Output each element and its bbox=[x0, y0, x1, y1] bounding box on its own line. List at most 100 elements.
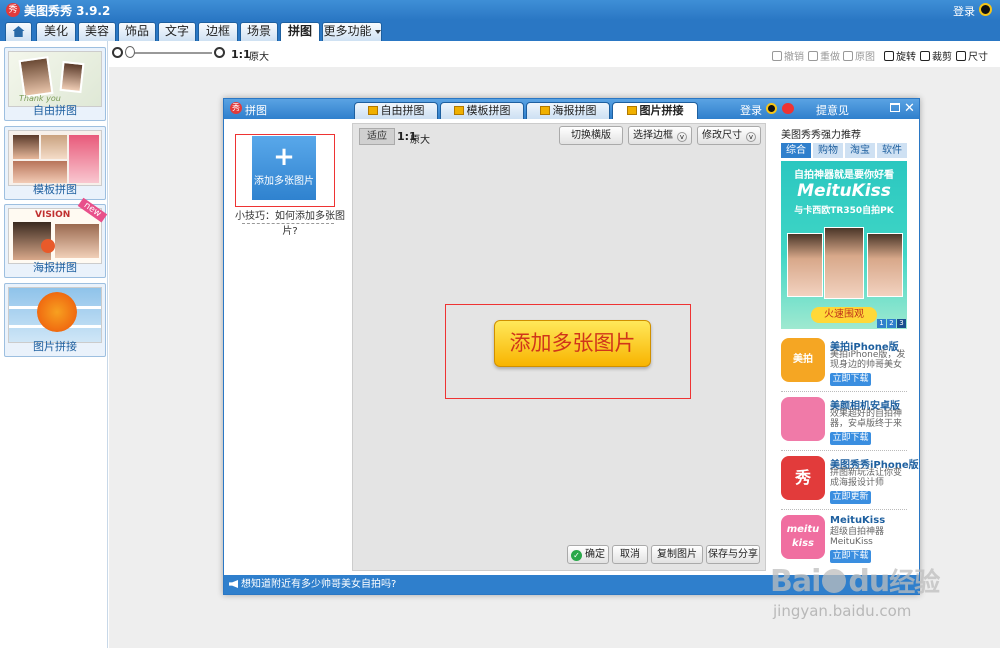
zoom-in-icon[interactable] bbox=[214, 47, 225, 58]
switch-layout-label: 切换横版 bbox=[571, 130, 611, 141]
cancel-button[interactable]: 取消 bbox=[612, 545, 648, 564]
zoom-slider-handle[interactable] bbox=[125, 46, 135, 58]
rotate-button[interactable]: 旋转 bbox=[884, 48, 916, 63]
tab-beautify[interactable]: 美化 bbox=[36, 22, 76, 41]
dialog-tab-template-label: 模板拼图 bbox=[466, 104, 511, 117]
tab-beauty[interactable]: 美容 bbox=[78, 22, 116, 41]
app-name[interactable]: MeituKiss bbox=[830, 515, 885, 526]
recommend-tab-software[interactable]: 软件 bbox=[877, 143, 907, 158]
image-stitch-label: 图片拼接 bbox=[33, 340, 77, 353]
dialog-tab-free[interactable]: 自由拼图 bbox=[354, 102, 438, 119]
ad-watch-button[interactable]: 火速围观 bbox=[811, 307, 877, 323]
template-collage-item[interactable]: 模板拼图 bbox=[4, 126, 106, 200]
tab-home[interactable] bbox=[5, 22, 32, 41]
dialog-qq-icon[interactable] bbox=[766, 103, 777, 114]
check-icon: ✓ bbox=[571, 550, 582, 561]
meipai-app-icon[interactable]: 美拍 bbox=[781, 338, 825, 382]
original-icon bbox=[843, 51, 853, 61]
login-link[interactable]: 登录 bbox=[953, 3, 975, 19]
meitukiss-app-icon[interactable]: meitu kiss bbox=[781, 515, 825, 559]
free-collage-thumb: Thank you bbox=[8, 51, 102, 107]
tab-border[interactable]: 边框 bbox=[198, 22, 238, 41]
tab-accessories[interactable]: 饰品 bbox=[118, 22, 156, 41]
tab-more[interactable]: 更多功能 bbox=[322, 22, 382, 41]
poster-collage-item[interactable]: VISION new 海报拼图 bbox=[4, 197, 108, 278]
select-border-button[interactable]: 选择边框 v bbox=[628, 126, 692, 145]
chevron-down-icon: v bbox=[677, 132, 687, 142]
ad-page-3[interactable]: 3 bbox=[897, 319, 906, 328]
app-title: 美图秀秀 3.9.2 bbox=[24, 4, 111, 18]
template-collage-icon bbox=[453, 106, 464, 115]
recommend-tab-taobao[interactable]: 淘宝 bbox=[845, 143, 875, 158]
app-promo-meipai: 美拍 美拍iPhone版 美拍iPhone版，发现身边的帅哥美女 立即下载 bbox=[781, 338, 907, 390]
save-share-button[interactable]: 保存与分享 bbox=[706, 545, 760, 564]
ad-page-2[interactable]: 2 bbox=[887, 319, 896, 328]
canvas-actual-size-button[interactable]: 原大 bbox=[410, 131, 430, 146]
change-size-button[interactable]: 修改尺寸 v bbox=[697, 126, 761, 145]
crop-icon bbox=[920, 51, 930, 61]
baidu-watermark: Bai du经验 jingyan.baidu.com bbox=[770, 562, 970, 632]
speaker-icon bbox=[229, 580, 238, 588]
tip-divider bbox=[242, 223, 334, 224]
tab-scene[interactable]: 场景 bbox=[240, 22, 278, 41]
image-stitch-item[interactable]: 图片拼接 bbox=[4, 283, 106, 357]
tab-text[interactable]: 文字 bbox=[158, 22, 196, 41]
undo-button[interactable]: 撤销 bbox=[772, 48, 804, 63]
ad-page-1[interactable]: 1 bbox=[877, 319, 886, 328]
status-message[interactable]: 想知道附近有多少帅哥美女自拍吗? bbox=[241, 579, 396, 590]
rotate-label: 旋转 bbox=[896, 52, 916, 63]
actual-size-button[interactable]: 原大 bbox=[249, 48, 269, 63]
maximize-icon[interactable] bbox=[890, 103, 900, 112]
app-description: 美拍iPhone版，发现身边的帅哥美女 bbox=[830, 350, 906, 370]
image-stitch-icon bbox=[626, 106, 637, 115]
redo-icon bbox=[808, 51, 818, 61]
feedback-link[interactable]: 提意见 bbox=[816, 102, 849, 118]
dialog-login-link[interactable]: 登录 bbox=[740, 102, 762, 118]
ad-banner[interactable]: 自拍神器就是要你好看 MeituKiss 与卡西欧TR350自拍PK 火速围观 … bbox=[781, 161, 907, 329]
free-collage-label: 自由拼图 bbox=[33, 104, 77, 117]
title-bar: 秀 美图秀秀 3.9.2 登录 bbox=[0, 0, 1000, 20]
confirm-button[interactable]: ✓ 确定 bbox=[567, 545, 609, 564]
fit-button[interactable]: 适应 bbox=[359, 128, 395, 145]
download-button[interactable]: 立即下载 bbox=[830, 432, 871, 445]
watermark-logo: Bai du经验 bbox=[770, 564, 940, 599]
original-button[interactable]: 原图 bbox=[843, 48, 875, 63]
dialog-tab-free-label: 自由拼图 bbox=[380, 104, 425, 117]
redo-button[interactable]: 重做 bbox=[808, 48, 840, 63]
switch-layout-button[interactable]: 切换横版 bbox=[559, 126, 623, 145]
home-icon bbox=[12, 26, 25, 37]
zoom-slider[interactable] bbox=[128, 52, 212, 54]
copy-image-button[interactable]: 复制图片 bbox=[651, 545, 703, 564]
zoom-ratio-button[interactable]: 1:1 bbox=[231, 48, 251, 61]
size-icon bbox=[956, 51, 966, 61]
download-button[interactable]: 立即下载 bbox=[830, 373, 871, 386]
dialog-tab-stitch[interactable]: 图片拼接 bbox=[612, 102, 698, 119]
free-collage-item[interactable]: Thank you 自由拼图 bbox=[4, 47, 106, 121]
tab-collage[interactable]: 拼图 bbox=[280, 22, 320, 41]
dialog-tab-poster[interactable]: 海报拼图 bbox=[526, 102, 610, 119]
qq-icon[interactable] bbox=[979, 3, 992, 16]
update-button[interactable]: 立即更新 bbox=[830, 491, 871, 504]
app-description: 拼图新玩法让你变成海报设计师 bbox=[830, 468, 903, 488]
zoom-out-icon[interactable] bbox=[112, 47, 123, 58]
select-border-label: 选择边框 bbox=[633, 130, 673, 141]
template-collage-thumb bbox=[8, 130, 102, 186]
collage-dialog: 秀 拼图 自由拼图 模板拼图 海报拼图 图片拼接 登录 提意见 ✕ + 添加多张… bbox=[223, 98, 920, 595]
dialog-title-bar[interactable]: 秀 拼图 自由拼图 模板拼图 海报拼图 图片拼接 登录 提意见 ✕ bbox=[224, 99, 919, 119]
original-label: 原图 bbox=[855, 52, 875, 63]
recommend-tab-general[interactable]: 综合 bbox=[781, 143, 811, 158]
app-promo-beautycam: 美颜相机安卓版 效果超好的自拍神器，安卓版终于来 立即下载 bbox=[781, 397, 907, 449]
ad-photo bbox=[867, 233, 903, 297]
close-icon[interactable]: ✕ bbox=[904, 99, 915, 119]
tip-link[interactable]: 小技巧：如何添加多张图片? bbox=[232, 207, 348, 237]
recommend-tab-shopping[interactable]: 购物 bbox=[813, 143, 843, 158]
dialog-tab-template[interactable]: 模板拼图 bbox=[440, 102, 524, 119]
beautycam-app-icon[interactable] bbox=[781, 397, 825, 441]
recommend-panel: 美图秀秀强力推荐 综合 购物 淘宝 软件 自拍神器就是要你好看 MeituKis… bbox=[780, 123, 919, 575]
ad-photo bbox=[787, 233, 823, 297]
meitu-app-icon[interactable]: 秀 bbox=[781, 456, 825, 500]
size-button[interactable]: 尺寸 bbox=[956, 48, 988, 63]
poster-collage-label: 海报拼图 bbox=[33, 261, 77, 274]
weibo-icon[interactable] bbox=[782, 103, 794, 114]
crop-button[interactable]: 裁剪 bbox=[920, 48, 952, 63]
